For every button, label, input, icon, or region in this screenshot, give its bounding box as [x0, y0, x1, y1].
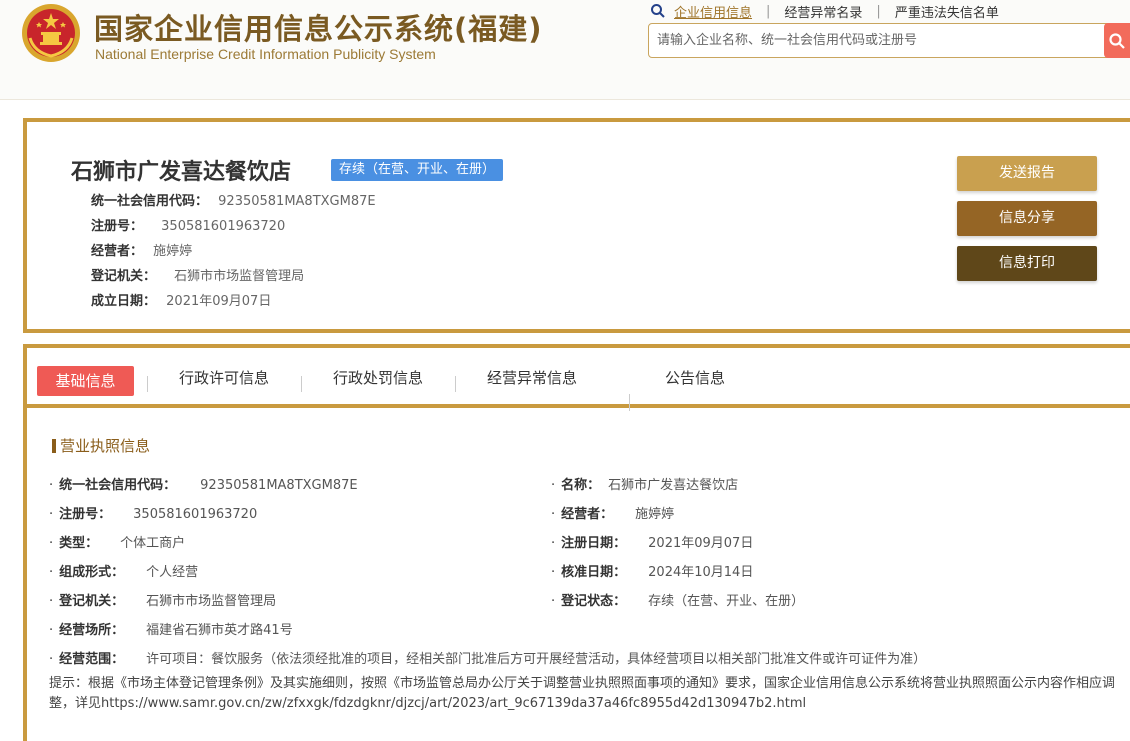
tab-bar: 基础信息 行政许可信息 行政处罚信息 经营异常信息 公告信息 [27, 348, 1130, 411]
bullet: · [49, 507, 54, 522]
site-subtitle: National Enterprise Credit Information P… [95, 46, 436, 62]
bullet: · [551, 536, 556, 551]
search-button[interactable] [1104, 23, 1130, 58]
field-value: 施婷婷 [635, 507, 675, 522]
tab-admin-license[interactable]: 行政许可信息 [179, 367, 269, 388]
summary-value: 350581601963720 [161, 219, 286, 234]
top-nav: 企业信用信息 | 经营异常名录 | 严重违法失信名单 [650, 2, 999, 21]
summary-row-operator: 经营者： 施婷婷 [91, 240, 192, 259]
field-label: 类型： [59, 536, 99, 551]
field-value: 石狮市广发喜达餐饮店 [608, 478, 739, 493]
tab-separator [455, 376, 456, 392]
bullet: · [49, 536, 54, 551]
field-value: 许可项目：餐饮服务（依法须经批准的项目，经相关部门批准后方可开展经营活动，具体经… [146, 652, 927, 667]
field-label: 经营者： [561, 507, 614, 522]
field-reg-status: · 登记状态： 存续（在营、开业、在册） [551, 590, 804, 609]
bullet: · [551, 594, 556, 609]
field-value: 石狮市市场监督管理局 [146, 594, 277, 609]
site-header: 国家企业信用信息公示系统(福建) National Enterprise Cre… [0, 0, 1130, 100]
status-badge: 存续（在营、开业、在册） [331, 159, 504, 181]
field-label: 组成形式： [59, 565, 125, 580]
section-title: 营业执照信息 [52, 435, 150, 456]
field-reg-date: · 注册日期： 2021年09月07日 [551, 532, 753, 551]
field-authority: · 登记机关： 石狮市市场监督管理局 [49, 590, 276, 609]
summary-row-authority: 登记机关： 石狮市市场监督管理局 [91, 265, 304, 284]
summary-label: 登记机关： [91, 269, 157, 284]
field-label: 注册日期： [561, 536, 627, 551]
tab-abnormal-ops[interactable]: 经营异常信息 [487, 367, 577, 388]
nav-credit-info-link[interactable]: 企业信用信息 [674, 2, 752, 21]
field-business-scope: · 经营范围： 许可项目：餐饮服务（依法须经批准的项目，经相关部门批准后方可开展经营… [49, 648, 926, 667]
print-info-button[interactable]: 信息打印 [957, 246, 1097, 281]
field-reg-no: · 注册号： 350581601963720 [49, 503, 257, 522]
summary-value: 2021年09月07日 [166, 294, 272, 309]
field-value: 350581601963720 [133, 507, 258, 522]
summary-label: 注册号： [91, 219, 144, 234]
tab-separator [147, 376, 148, 392]
bullet: · [49, 594, 54, 609]
field-type: · 类型： 个体工商户 [49, 532, 185, 551]
summary-row-credit-code: 统一社会信用代码： 92350581MA8TXGM87E [91, 190, 376, 209]
bullet: · [49, 623, 54, 638]
field-credit-code: · 统一社会信用代码： 92350581MA8TXGM87E [49, 474, 358, 493]
bullet: · [551, 565, 556, 580]
search-input[interactable] [649, 24, 1089, 57]
bullet: · [49, 652, 54, 667]
field-value: 福建省石狮市英才路41号 [146, 623, 293, 638]
section-title-text: 营业执照信息 [60, 437, 151, 455]
section-title-bar [52, 438, 56, 453]
summary-row-reg-no: 注册号： 350581601963720 [91, 215, 285, 234]
national-emblem-icon [22, 4, 80, 62]
nav-abnormal-list-link[interactable]: 经营异常名录 [784, 2, 862, 21]
nav-separator: | [766, 3, 771, 19]
info-panel: 基础信息 行政许可信息 行政处罚信息 经营异常信息 公告信息 营业执照信息 · 统… [23, 344, 1130, 741]
bullet: · [551, 507, 556, 522]
field-value: 个人经营 [146, 565, 199, 580]
field-label: 经营场所： [59, 623, 125, 638]
site-title: 国家企业信用信息公示系统(福建) [94, 12, 543, 46]
summary-value: 92350581MA8TXGM87E [218, 194, 376, 209]
tab-separator [629, 394, 630, 411]
company-summary-card: 石狮市广发喜达餐饮店 存续（在营、开业、在册） 统一社会信用代码： 923505… [23, 118, 1130, 333]
field-label: 注册号： [59, 507, 112, 522]
field-label: 统一社会信用代码： [59, 478, 177, 493]
search-icon [651, 4, 665, 18]
field-approval-date: · 核准日期： 2024年10月14日 [551, 561, 753, 580]
field-composition: · 组成形式： 个人经营 [49, 561, 198, 580]
summary-value: 施婷婷 [153, 244, 193, 259]
field-label: 名称： [561, 478, 601, 493]
field-value: 2021年09月07日 [648, 536, 754, 551]
summary-value: 石狮市市场监督管理局 [174, 269, 305, 284]
field-label: 经营范围： [59, 652, 125, 667]
notice-text: 提示：根据《市场主体登记管理条例》及其实施细则，按照《市场监管总局办公厅关于调整… [49, 676, 1116, 711]
field-label: 登记机关： [59, 594, 125, 609]
tab-basic-info[interactable]: 基础信息 [37, 366, 134, 396]
field-label: 核准日期： [561, 565, 627, 580]
field-value: 存续（在营、开业、在册） [648, 594, 805, 609]
summary-label: 经营者： [91, 244, 144, 259]
bullet: · [49, 565, 54, 580]
search-bar [648, 23, 1130, 58]
share-info-button[interactable]: 信息分享 [957, 201, 1097, 236]
nav-blacklist-link[interactable]: 严重违法失信名单 [895, 2, 999, 21]
field-premises: · 经营场所： 福建省石狮市英才路41号 [49, 619, 293, 638]
summary-row-established: 成立日期： 2021年09月07日 [91, 290, 271, 309]
field-value: 2024年10月14日 [648, 565, 754, 580]
tab-announcements[interactable]: 公告信息 [665, 367, 725, 388]
field-value: 92350581MA8TXGM87E [200, 478, 358, 493]
search-button-icon [1109, 32, 1125, 49]
field-name: · 名称： 石狮市广发喜达餐饮店 [551, 474, 738, 493]
bullet: · [49, 478, 54, 493]
summary-label: 成立日期： [91, 294, 157, 309]
nav-separator: | [876, 3, 881, 19]
field-operator: · 经营者： 施婷婷 [551, 503, 674, 522]
tab-separator [301, 376, 302, 392]
field-label: 登记状态： [561, 594, 627, 609]
bullet: · [551, 478, 556, 493]
field-value: 个体工商户 [120, 536, 186, 551]
tab-admin-penalty[interactable]: 行政处罚信息 [333, 367, 423, 388]
send-report-button[interactable]: 发送报告 [957, 156, 1097, 191]
company-name: 石狮市广发喜达餐饮店 [71, 160, 292, 185]
summary-label: 统一社会信用代码： [91, 194, 209, 209]
